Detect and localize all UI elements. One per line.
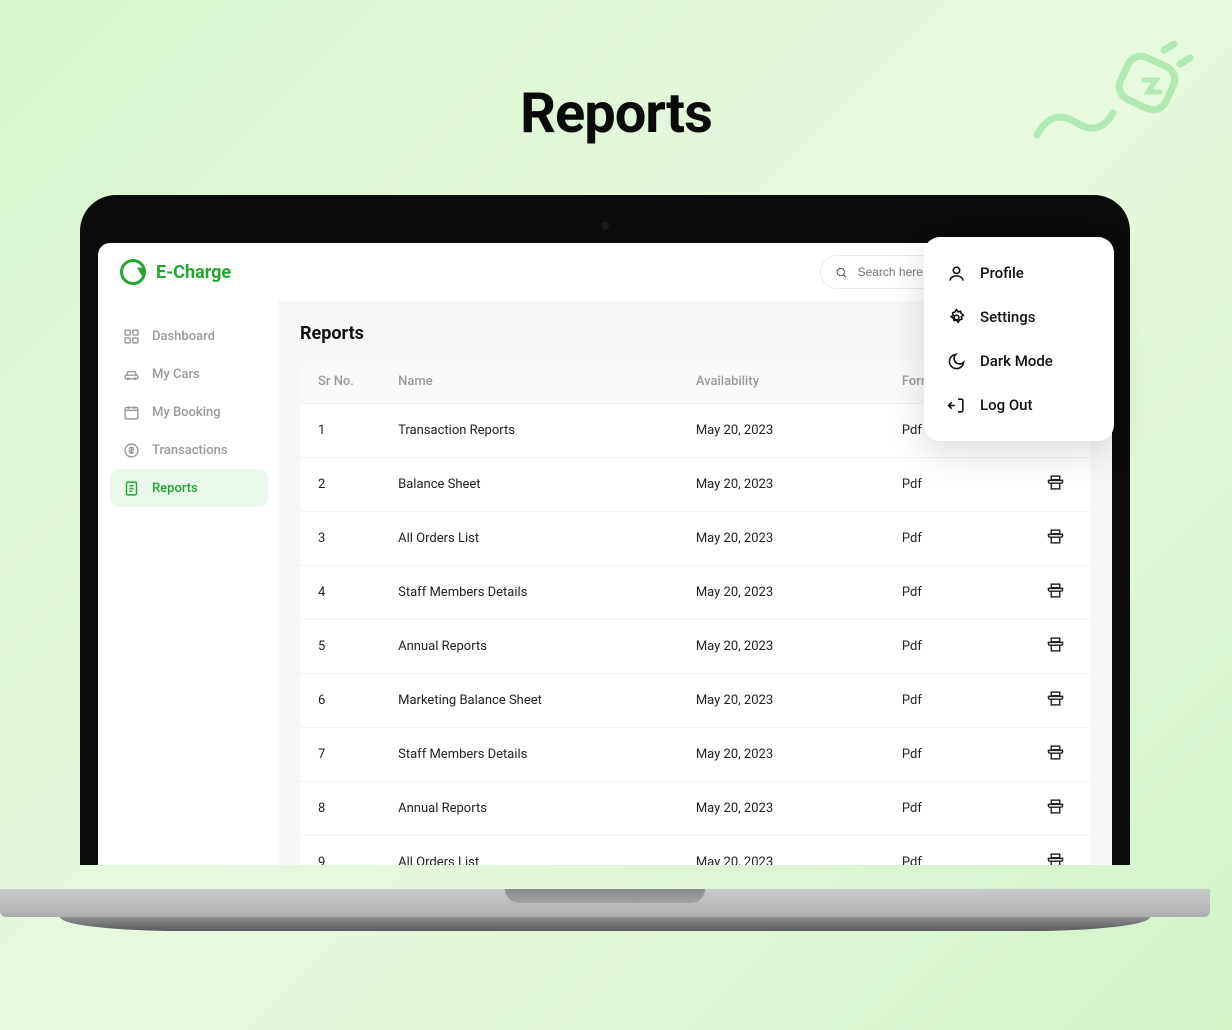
cell-sr: 6 xyxy=(300,674,380,728)
menu-item-dark-mode[interactable]: Dark Mode xyxy=(932,339,1106,383)
cell-name: All Orders List xyxy=(380,836,678,866)
sidebar-item-my-booking[interactable]: My Booking xyxy=(110,393,268,431)
menu-item-label: Dark Mode xyxy=(980,352,1053,370)
sidebar-item-label: Dashboard xyxy=(152,329,215,344)
user-icon xyxy=(946,263,966,283)
cell-availability: May 20, 2023 xyxy=(678,836,884,866)
cell-sr: 8 xyxy=(300,782,380,836)
brand-logo[interactable]: E-Charge xyxy=(120,259,231,285)
print-button[interactable] xyxy=(1047,744,1064,761)
print-button[interactable] xyxy=(1047,582,1064,599)
table-row: 5Annual ReportsMay 20, 2023Pdf xyxy=(300,620,1090,674)
cell-availability: May 20, 2023 xyxy=(678,404,884,458)
logout-icon xyxy=(946,395,966,415)
calendar-icon xyxy=(122,403,140,421)
table-row: 6Marketing Balance SheetMay 20, 2023Pdf xyxy=(300,674,1090,728)
printer-icon xyxy=(1047,744,1064,761)
brand-mark-icon xyxy=(120,259,146,285)
laptop-base xyxy=(0,889,1210,943)
sidebar-item-reports[interactable]: Reports xyxy=(110,469,268,507)
table-header-sr: Sr No. xyxy=(300,360,380,404)
print-button[interactable] xyxy=(1047,798,1064,815)
sidebar-item-label: My Booking xyxy=(152,405,221,420)
sidebar-item-my-cars[interactable]: My Cars xyxy=(110,355,268,393)
cell-format: Pdf xyxy=(884,836,1021,866)
table-row: 4Staff Members DetailsMay 20, 2023Pdf xyxy=(300,566,1090,620)
printer-icon xyxy=(1047,582,1064,599)
cell-sr: 7 xyxy=(300,728,380,782)
printer-icon xyxy=(1047,690,1064,707)
cell-format: Pdf xyxy=(884,674,1021,728)
car-icon xyxy=(122,365,140,383)
table-row: 2Balance SheetMay 20, 2023Pdf xyxy=(300,458,1090,512)
table-header-availability: Availability xyxy=(678,360,884,404)
cell-format: Pdf xyxy=(884,620,1021,674)
dollar-icon xyxy=(122,441,140,459)
dashboard-icon xyxy=(122,327,140,345)
cell-availability: May 20, 2023 xyxy=(678,782,884,836)
gear-icon xyxy=(946,307,966,327)
cell-name: Marketing Balance Sheet xyxy=(380,674,678,728)
print-button[interactable] xyxy=(1047,852,1064,865)
menu-item-label: Log Out xyxy=(980,396,1033,414)
brand-name: E-Charge xyxy=(156,262,231,283)
cell-sr: 3 xyxy=(300,512,380,566)
sidebar-item-label: Transactions xyxy=(152,443,228,458)
menu-item-settings[interactable]: Settings xyxy=(932,295,1106,339)
plug-decoration-icon xyxy=(1022,40,1202,170)
printer-icon xyxy=(1047,636,1064,653)
print-button[interactable] xyxy=(1047,636,1064,653)
table-row: 8Annual ReportsMay 20, 2023Pdf xyxy=(300,782,1090,836)
cell-name: Annual Reports xyxy=(380,782,678,836)
table-row: 7Staff Members DetailsMay 20, 2023Pdf xyxy=(300,728,1090,782)
print-button[interactable] xyxy=(1047,690,1064,707)
cell-name: Transaction Reports xyxy=(380,404,678,458)
print-button[interactable] xyxy=(1047,474,1064,491)
cell-name: Balance Sheet xyxy=(380,458,678,512)
cell-format: Pdf xyxy=(884,728,1021,782)
cell-name: Annual Reports xyxy=(380,620,678,674)
cell-availability: May 20, 2023 xyxy=(678,620,884,674)
sidebar-item-dashboard[interactable]: Dashboard xyxy=(110,317,268,355)
menu-item-label: Settings xyxy=(980,308,1036,326)
cell-sr: 2 xyxy=(300,458,380,512)
table-header-name: Name xyxy=(380,360,678,404)
sidebar-item-transactions[interactable]: Transactions xyxy=(110,431,268,469)
cell-name: All Orders List xyxy=(380,512,678,566)
sidebar: Dashboard My Cars My Booking xyxy=(98,301,278,865)
app-header: E-Charge xyxy=(98,243,1112,301)
cell-availability: May 20, 2023 xyxy=(678,566,884,620)
cell-availability: May 20, 2023 xyxy=(678,512,884,566)
cell-availability: May 20, 2023 xyxy=(678,674,884,728)
cell-sr: 1 xyxy=(300,404,380,458)
table-row: 3All Orders ListMay 20, 2023Pdf xyxy=(300,512,1090,566)
laptop-frame: E-Charge xyxy=(80,195,1130,895)
search-icon xyxy=(835,265,848,280)
table-row: 9All Orders ListMay 20, 2023Pdf xyxy=(300,836,1090,866)
print-button[interactable] xyxy=(1047,528,1064,545)
menu-item-log-out[interactable]: Log Out xyxy=(932,383,1106,427)
printer-icon xyxy=(1047,852,1064,865)
cell-name: Staff Members Details xyxy=(380,728,678,782)
cell-sr: 9 xyxy=(300,836,380,866)
cell-name: Staff Members Details xyxy=(380,566,678,620)
cell-availability: May 20, 2023 xyxy=(678,458,884,512)
printer-icon xyxy=(1047,474,1064,491)
cell-format: Pdf xyxy=(884,782,1021,836)
printer-icon xyxy=(1047,528,1064,545)
cell-format: Pdf xyxy=(884,458,1021,512)
cell-sr: 5 xyxy=(300,620,380,674)
sidebar-item-label: My Cars xyxy=(152,367,200,382)
sidebar-item-label: Reports xyxy=(152,481,198,496)
cell-format: Pdf xyxy=(884,566,1021,620)
menu-item-label: Profile xyxy=(980,264,1024,282)
cell-availability: May 20, 2023 xyxy=(678,728,884,782)
file-icon xyxy=(122,479,140,497)
profile-menu: Profile Settings Dark Mode xyxy=(924,243,1112,441)
moon-icon xyxy=(946,351,966,371)
printer-icon xyxy=(1047,798,1064,815)
menu-item-profile[interactable]: Profile xyxy=(932,251,1106,295)
cell-format: Pdf xyxy=(884,512,1021,566)
cell-sr: 4 xyxy=(300,566,380,620)
